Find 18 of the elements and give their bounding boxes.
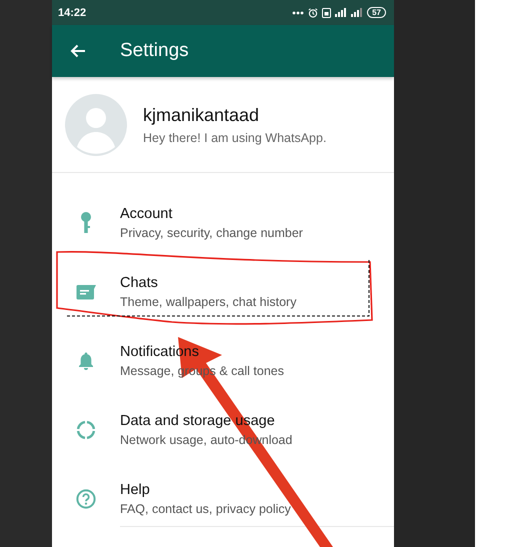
status-time: 14:22 [58, 6, 86, 18]
alarm-icon [308, 8, 318, 18]
chat-icon [76, 284, 96, 300]
profile-name[interactable]: kjmanikantaad [143, 104, 326, 126]
more-dots-icon [292, 10, 304, 14]
toolbar-title: Settings [120, 40, 189, 62]
bell-icon [78, 350, 94, 370]
settings-item[interactable]: Chats Theme, wallpapers, chat history [120, 274, 296, 308]
battery-indicator: 57 [367, 7, 386, 18]
key-icon [81, 212, 91, 234]
signal-icon [335, 8, 348, 17]
sim-icon [322, 8, 332, 18]
signal-icon [351, 8, 364, 17]
settings-item[interactable]: Help FAQ, contact us, privacy policy [120, 482, 291, 516]
help-icon [76, 488, 96, 508]
settings-item[interactable]: Account Privacy, security, change number [120, 206, 303, 240]
profile-status: Hey there! I am using WhatsApp. [143, 130, 326, 144]
back-arrow-icon[interactable] [70, 44, 86, 58]
